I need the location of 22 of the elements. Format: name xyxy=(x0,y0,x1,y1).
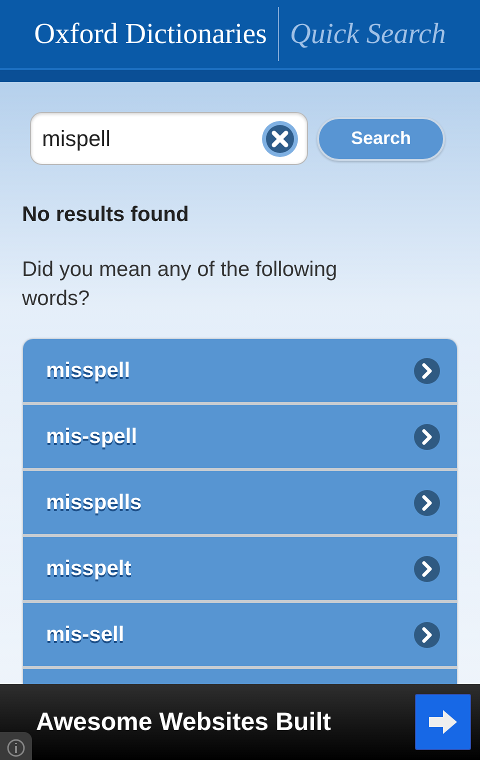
chevron-icon xyxy=(413,356,441,384)
ad-text: Awesome Websites Built xyxy=(36,708,331,736)
suggestion-item[interactable]: misspell xyxy=(23,339,457,405)
clear-icon[interactable] xyxy=(261,120,299,158)
search-button[interactable]: Search xyxy=(317,116,445,160)
ad-arrow-button[interactable] xyxy=(415,694,471,750)
chevron-icon xyxy=(413,554,441,582)
app-subtitle: Quick Search xyxy=(290,18,446,50)
suggestion-item[interactable]: mis-sell xyxy=(23,603,457,669)
no-results-message: No results found xyxy=(22,203,190,227)
app-title: Oxford Dictionaries xyxy=(34,18,267,50)
chevron-icon xyxy=(413,422,441,450)
chevron-icon xyxy=(413,620,441,648)
suggestion-prompt: Did you mean any of the following words? xyxy=(22,257,338,312)
search-field[interactable]: mispell xyxy=(30,112,308,165)
suggestion-item[interactable]: mis-spell xyxy=(23,405,457,471)
suggestion-item[interactable]: misspelt xyxy=(23,537,457,603)
chevron-icon xyxy=(413,488,441,516)
info-icon[interactable] xyxy=(0,732,32,760)
suggestion-item[interactable]: misspells xyxy=(23,471,457,537)
search-field[interactable]: mispell xyxy=(42,126,261,152)
arrow-icon xyxy=(429,710,457,734)
